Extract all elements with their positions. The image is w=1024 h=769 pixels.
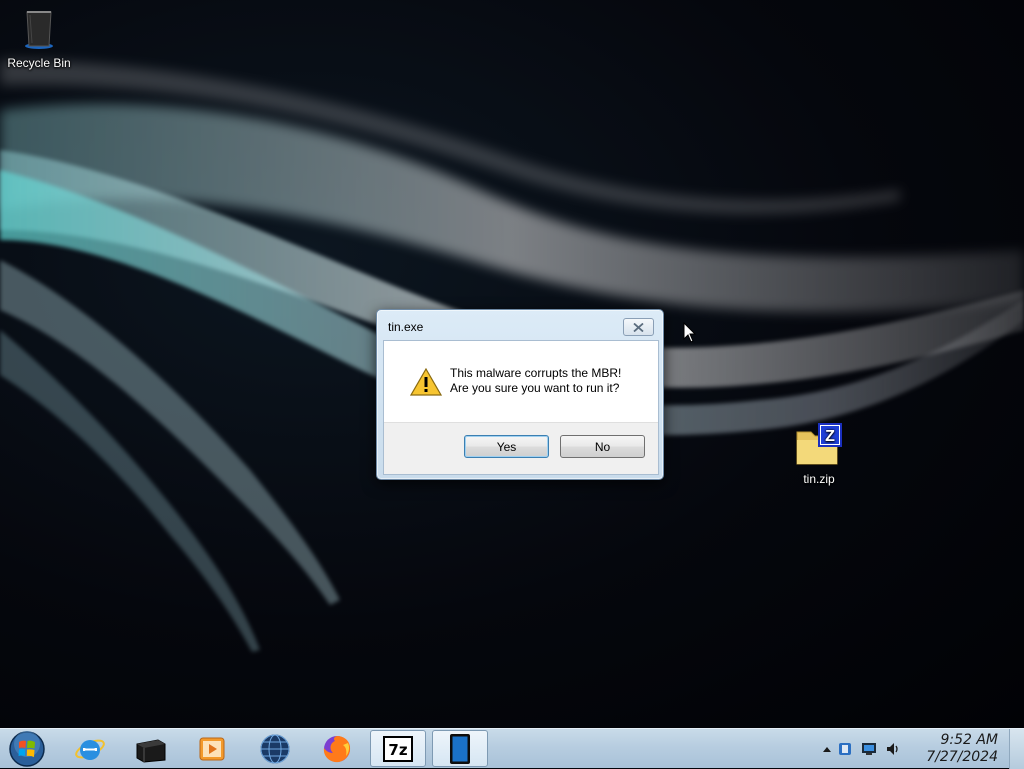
mouse-cursor-icon [683,322,697,343]
black-box-icon [136,738,166,763]
taskbar-7-zip[interactable]: 7z [370,730,426,767]
chevron-up-icon [823,747,831,752]
clock-date: 7/27/2024 [926,749,998,765]
show-desktop-button[interactable] [1009,729,1024,769]
no-button[interactable]: No [560,435,645,458]
7zip-icon: 7z [383,735,413,762]
close-button[interactable] [623,318,654,336]
flag-icon [839,743,851,755]
show-hidden-icons-button[interactable] [818,740,836,758]
system-tray: 9:52 AM 7/27/2024 [804,729,1024,769]
tablet-icon [450,733,470,764]
taskbar-firefox[interactable] [309,730,365,767]
dialog-titlebar[interactable]: tin.exe [377,310,663,340]
dialog-message-line2: Are you sure you want to run it? [450,381,620,395]
yes-button[interactable]: Yes [464,435,549,458]
taskbar-media-player[interactable] [184,730,240,767]
zip-folder-icon: Z [796,423,842,465]
recycle-bin-desktop-icon[interactable]: Recycle Bin [1,6,77,70]
message-dialog: tin.exe This malware corrupts the MBR! A… [376,309,664,480]
dialog-message-line1: This malware corrupts the MBR! [450,366,622,380]
clock-time: 9:52 AM [940,732,998,748]
svg-text:Z: Z [825,428,835,445]
taskbar-globe-app[interactable] [247,730,303,767]
dialog-title: tin.exe [388,320,424,334]
media-player-icon [199,737,225,760]
network-icon [862,743,876,755]
taskbar-internet-explorer[interactable] [62,730,118,767]
tin-zip-label: tin.zip [803,472,835,486]
tray-network[interactable] [860,740,878,758]
internet-explorer-icon [75,739,105,760]
close-icon [633,322,644,332]
windows-start-orb-icon [9,731,45,767]
warning-icon [410,368,442,396]
dialog-message: This malware corrupts the MBR! Are you s… [450,366,621,396]
volume-icon [887,743,898,755]
dialog-client-area: This malware corrupts the MBR! Are you s… [383,340,659,475]
recycle-bin-label: Recycle Bin [7,56,71,70]
tray-volume[interactable] [884,740,902,758]
taskbar: 7z 9:52 AM 7/27/2024 [0,728,1024,769]
7zip-icon-text: 7z [388,741,407,759]
taskbar-clock[interactable]: 9:52 AM 7/27/2024 [926,732,998,766]
start-button[interactable] [3,729,51,769]
firefox-icon [323,735,351,762]
globe-icon [260,734,290,763]
taskbar-tablet-app[interactable] [432,730,488,767]
tray-action-center[interactable] [836,740,854,758]
recycle-bin-icon [25,11,53,49]
dialog-button-row: Yes No [384,422,658,474]
tin-zip-desktop-icon[interactable]: Z tin.zip [781,420,857,486]
taskbar-black-box-app[interactable] [123,730,179,767]
